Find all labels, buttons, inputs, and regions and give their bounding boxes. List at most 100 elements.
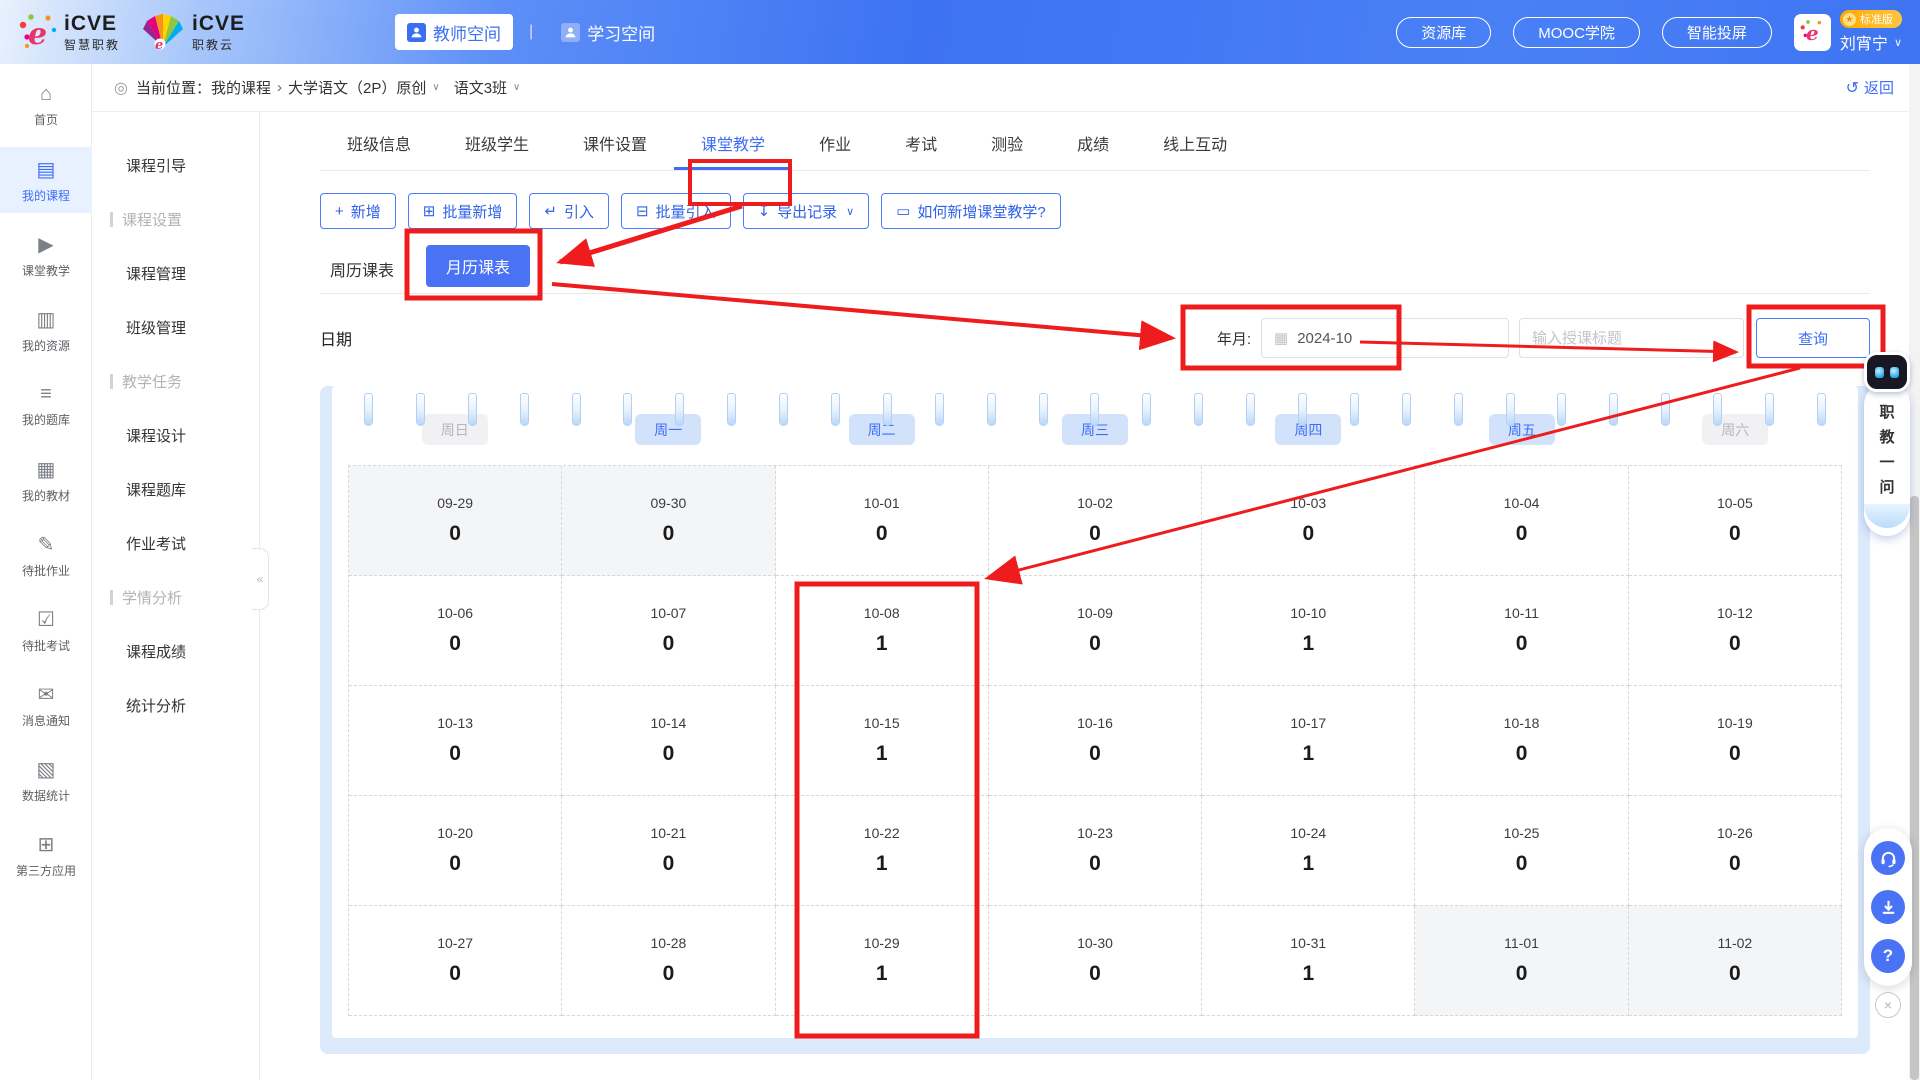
- calendar-cell[interactable]: 10-04 0: [1415, 466, 1628, 576]
- cell-lesson-count: 0: [1729, 522, 1741, 546]
- calendar-cell[interactable]: 10-19 0: [1629, 686, 1842, 796]
- header-link-button[interactable]: 智能投屏: [1662, 17, 1772, 48]
- calendar-cell[interactable]: 10-29 1: [776, 906, 989, 1016]
- submenu-item[interactable]: 课程成绩: [92, 624, 259, 678]
- scrollbar-thumb[interactable]: [1910, 496, 1919, 1080]
- calendar-cell[interactable]: 10-03 0: [1202, 466, 1415, 576]
- header-link-button[interactable]: MOOC学院: [1513, 17, 1640, 48]
- calendar-cell[interactable]: 10-26 0: [1629, 796, 1842, 906]
- calendar-cell[interactable]: 11-02 0: [1629, 906, 1842, 1016]
- calendar-cell[interactable]: 10-13 0: [349, 686, 562, 796]
- calendar-cell[interactable]: 10-31 1: [1202, 906, 1415, 1016]
- zhijiao-assistant-widget[interactable]: 职教一问: [1860, 352, 1914, 536]
- tab[interactable]: 线上互动: [1136, 126, 1254, 170]
- header-link-button[interactable]: 资源库: [1396, 17, 1491, 48]
- calendar-cell[interactable]: 10-17 1: [1202, 686, 1415, 796]
- close-floating-toolbar-button[interactable]: ×: [1875, 992, 1901, 1018]
- toolbar-button[interactable]: ⊞ 批量新增 ∨: [408, 193, 518, 229]
- teacher-space-button[interactable]: 教师空间: [395, 14, 513, 50]
- lecture-title-input[interactable]: [1519, 318, 1744, 358]
- toolbar-button[interactable]: ▭ 如何新增课堂教学? ∨: [881, 193, 1061, 229]
- rail-item[interactable]: ▶ 课堂教学: [0, 222, 92, 288]
- calendar-cell[interactable]: 10-12 0: [1629, 576, 1842, 686]
- toolbar-button[interactable]: + 新增 ∨: [320, 193, 396, 229]
- search-button[interactable]: 查询: [1756, 318, 1870, 358]
- submenu-item[interactable]: 学情分析: [92, 570, 259, 624]
- calendar-cell[interactable]: 10-15 1: [776, 686, 989, 796]
- calendar-cell[interactable]: 10-28 0: [562, 906, 775, 1016]
- calendar-cell[interactable]: 10-30 0: [989, 906, 1202, 1016]
- calendar-cell[interactable]: 10-25 0: [1415, 796, 1628, 906]
- toolbar-button[interactable]: ↵ 引入 ∨: [529, 193, 609, 229]
- customer-service-button[interactable]: [1871, 841, 1905, 875]
- toolbar-button[interactable]: ⊟ 批量引入 ∨: [621, 193, 731, 229]
- calendar-cell[interactable]: 10-14 0: [562, 686, 775, 796]
- tab[interactable]: 作业: [792, 126, 878, 170]
- calendar-cell[interactable]: 10-08 1: [776, 576, 989, 686]
- learning-space-button[interactable]: 学习空间: [549, 14, 667, 50]
- calendar-cell[interactable]: 10-20 0: [349, 796, 562, 906]
- user-menu[interactable]: e ★ 标准版 刘宵宁 ∨: [1794, 10, 1902, 54]
- rail-item[interactable]: ☑ 待批考试: [0, 597, 92, 663]
- rail-item[interactable]: ✎ 待批作业: [0, 522, 92, 588]
- sidebar-collapse-handle[interactable]: «: [252, 548, 269, 610]
- submenu-item[interactable]: 班级管理: [92, 300, 259, 354]
- calendar-cell[interactable]: 10-16 0: [989, 686, 1202, 796]
- submenu-item[interactable]: 课程题库: [92, 462, 259, 516]
- calendar-cell[interactable]: 10-09 0: [989, 576, 1202, 686]
- calendar-cell[interactable]: 10-05 0: [1629, 466, 1842, 576]
- icve-smart-vocational-logo[interactable]: e iCVE 智慧职教: [16, 11, 120, 53]
- view-tab[interactable]: 月历课表: [426, 245, 530, 287]
- submenu-item[interactable]: 课程设置: [92, 192, 259, 246]
- avatar: e: [1794, 14, 1831, 51]
- chevron-down-icon[interactable]: ∨: [432, 82, 439, 93]
- calendar-cell[interactable]: 10-07 0: [562, 576, 775, 686]
- rail-item[interactable]: ✉ 消息通知: [0, 672, 92, 738]
- back-button[interactable]: ↺ 返回: [1846, 77, 1894, 98]
- download-button[interactable]: [1871, 890, 1905, 924]
- calendar-cell[interactable]: 11-01 0: [1415, 906, 1628, 1016]
- submenu-item[interactable]: 课程管理: [92, 246, 259, 300]
- calendar-cell[interactable]: 09-29 0: [349, 466, 562, 576]
- calendar-cell[interactable]: 10-21 0: [562, 796, 775, 906]
- calendar-cell[interactable]: 10-27 0: [349, 906, 562, 1016]
- calendar-cell[interactable]: 10-10 1: [1202, 576, 1415, 686]
- tab[interactable]: 课件设置: [556, 126, 674, 170]
- calendar-cell[interactable]: 10-23 0: [989, 796, 1202, 906]
- calendar-cell[interactable]: 10-22 1: [776, 796, 989, 906]
- calendar-cell[interactable]: 10-06 0: [349, 576, 562, 686]
- help-button[interactable]: ?: [1871, 939, 1905, 973]
- tab[interactable]: 考试: [878, 126, 964, 170]
- rail-item[interactable]: ▥ 我的资源: [0, 297, 92, 363]
- chevron-down-icon[interactable]: ∨: [513, 82, 520, 93]
- calendar-cell[interactable]: 09-30 0: [562, 466, 775, 576]
- breadcrumb-course-select[interactable]: 大学语文（2P）原创: [288, 77, 426, 98]
- breadcrumb-class-select[interactable]: 语文3班: [454, 77, 507, 98]
- rail-item[interactable]: ⌂ 首页: [0, 72, 92, 138]
- breadcrumb-my-courses[interactable]: 我的课程: [211, 77, 271, 98]
- tab[interactable]: 班级学生: [438, 126, 556, 170]
- toolbar-button[interactable]: ↧ 导出记录 ∨: [743, 193, 870, 229]
- submenu-item[interactable]: 统计分析: [92, 678, 259, 732]
- calendar-cell[interactable]: 10-01 0: [776, 466, 989, 576]
- calendar-cell[interactable]: 10-11 0: [1415, 576, 1628, 686]
- submenu-item[interactable]: 教学任务: [92, 354, 259, 408]
- view-tab[interactable]: 周历课表: [326, 245, 398, 293]
- tab[interactable]: 课堂教学: [674, 126, 792, 170]
- tab[interactable]: 班级信息: [320, 126, 438, 170]
- calendar-cell[interactable]: 10-24 1: [1202, 796, 1415, 906]
- submenu-item[interactable]: 课程设计: [92, 408, 259, 462]
- rail-item[interactable]: ▧ 数据统计: [0, 747, 92, 813]
- rail-item[interactable]: ⊞ 第三方应用: [0, 822, 92, 888]
- tab[interactable]: 测验: [964, 126, 1050, 170]
- submenu-item[interactable]: 作业考试: [92, 516, 259, 570]
- rail-item[interactable]: ▤ 我的课程: [0, 147, 92, 213]
- month-picker-input[interactable]: ▦ 2024-10: [1261, 318, 1509, 358]
- submenu-item[interactable]: 课程引导: [92, 138, 259, 192]
- calendar-cell[interactable]: 10-02 0: [989, 466, 1202, 576]
- rail-item[interactable]: ▦ 我的教材: [0, 447, 92, 513]
- tab[interactable]: 成绩: [1050, 126, 1136, 170]
- calendar-cell[interactable]: 10-18 0: [1415, 686, 1628, 796]
- rail-item[interactable]: ≡ 我的题库: [0, 372, 92, 438]
- icve-zhijiaoyun-logo[interactable]: e iCVE 职教云: [140, 11, 245, 53]
